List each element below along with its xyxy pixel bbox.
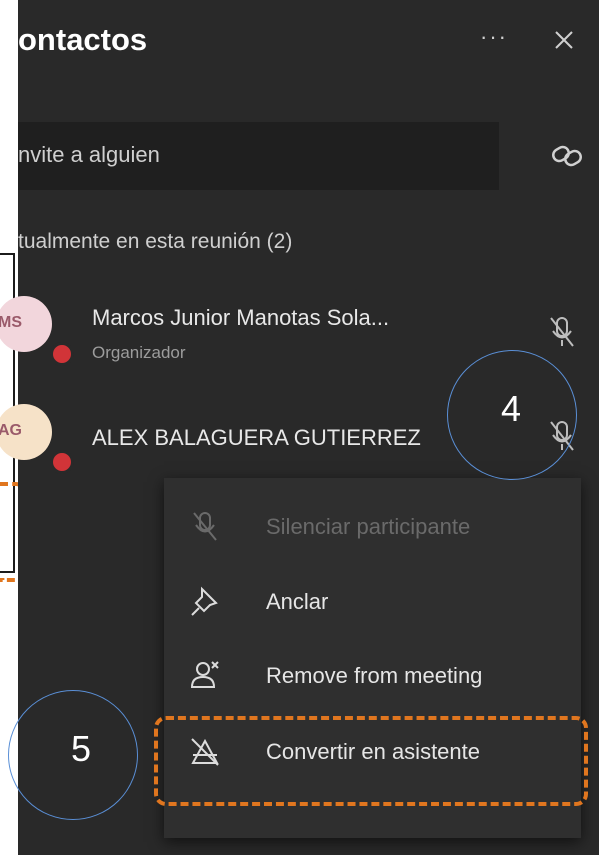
avatar[interactable]: AG <box>0 404 52 460</box>
menu-item-label: Remove from meeting <box>266 663 483 688</box>
share-link-button[interactable] <box>547 138 587 174</box>
participant-name[interactable]: ALEX BALAGUERA GUTIERREZ <box>92 425 421 451</box>
participants-panel: ontactos ··· nvite a alguien tualmente e… <box>0 0 599 855</box>
invite-search-text: nvite a alguien <box>18 142 160 167</box>
avatar-initials: MS <box>0 314 22 331</box>
annotation-number: 4 <box>500 388 522 429</box>
menu-item-label: Silenciar participante <box>266 514 471 539</box>
participant-name[interactable]: Marcos Junior Manotas Sola... <box>92 305 389 331</box>
panel-title: ontactos <box>18 22 148 57</box>
menu-item-label: Anclar <box>266 589 329 614</box>
participant-mic-button[interactable] <box>546 314 578 350</box>
pin-icon <box>191 586 218 616</box>
menu-item-remove[interactable]: Remove from meeting <box>164 645 581 707</box>
remove-person-icon <box>190 661 219 688</box>
close-icon <box>555 31 573 49</box>
more-options-button[interactable]: ··· <box>480 24 508 50</box>
participant-role: Organizador <box>92 343 186 362</box>
avatar[interactable]: MS <box>0 296 52 352</box>
link-icon <box>552 145 582 167</box>
mic-off-icon <box>550 317 574 347</box>
menu-item-mute[interactable]: Silenciar participante <box>164 496 581 558</box>
presence-badge <box>50 342 74 366</box>
section-label: tualmente en esta reunión (2) <box>18 230 293 253</box>
avatar-initials: AG <box>0 422 22 439</box>
annotation-number: 5 <box>70 728 92 769</box>
mic-off-icon <box>193 512 217 541</box>
annotation-highlight <box>154 716 588 806</box>
menu-item-pin[interactable]: Anclar <box>164 571 581 633</box>
presence-badge <box>50 450 74 474</box>
close-button[interactable] <box>548 20 580 60</box>
